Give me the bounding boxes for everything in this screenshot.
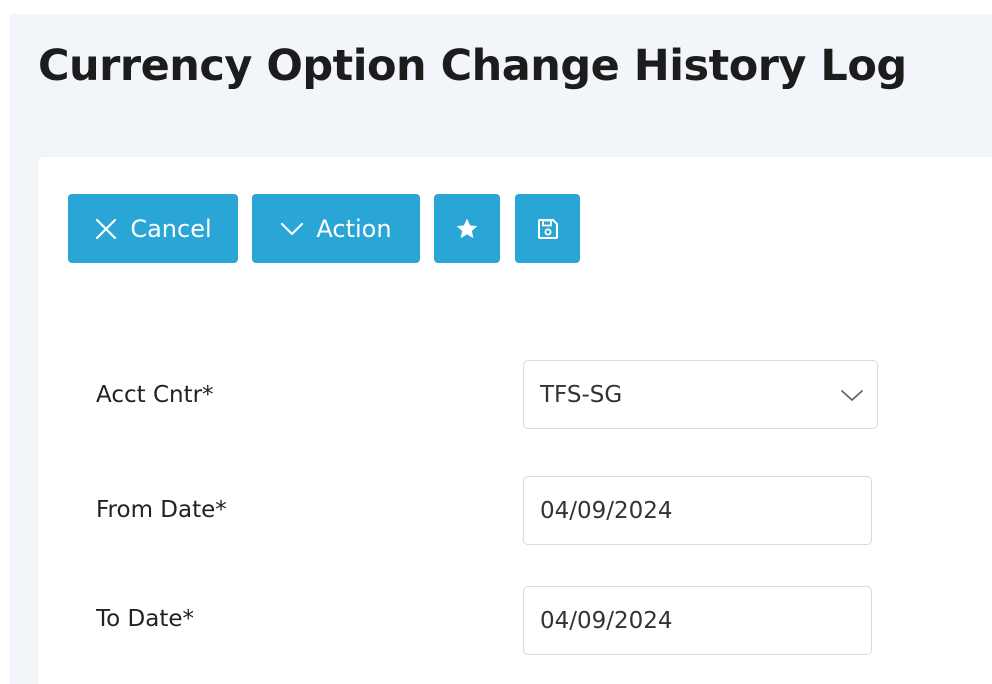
acct-cntr-select[interactable]: TFS-SG [523, 360, 878, 429]
action-button-label: Action [316, 214, 392, 243]
chevron-down-icon[interactable] [827, 383, 877, 407]
chevron-down-icon [280, 217, 304, 241]
save-button[interactable] [515, 194, 580, 263]
to-date-label: To Date* [96, 606, 194, 632]
from-date-input[interactable]: 04/09/2024 [523, 476, 872, 545]
floppy-disk-icon [536, 217, 560, 241]
cancel-button-label: Cancel [130, 214, 212, 243]
to-date-value: 04/09/2024 [540, 607, 673, 634]
acct-cntr-label: Acct Cntr* [96, 382, 214, 408]
from-date-value: 04/09/2024 [540, 497, 673, 524]
close-icon [94, 217, 118, 241]
from-date-label: From Date* [96, 497, 227, 523]
action-button[interactable]: Action [252, 194, 420, 263]
acct-cntr-value: TFS-SG [540, 381, 623, 408]
page-title: Currency Option Change History Log [38, 41, 907, 91]
page: Currency Option Change History Log Cance… [0, 0, 992, 684]
star-icon [454, 216, 480, 242]
cancel-button[interactable]: Cancel [68, 194, 238, 263]
favorite-button[interactable] [434, 194, 500, 263]
to-date-input[interactable]: 04/09/2024 [523, 586, 872, 655]
